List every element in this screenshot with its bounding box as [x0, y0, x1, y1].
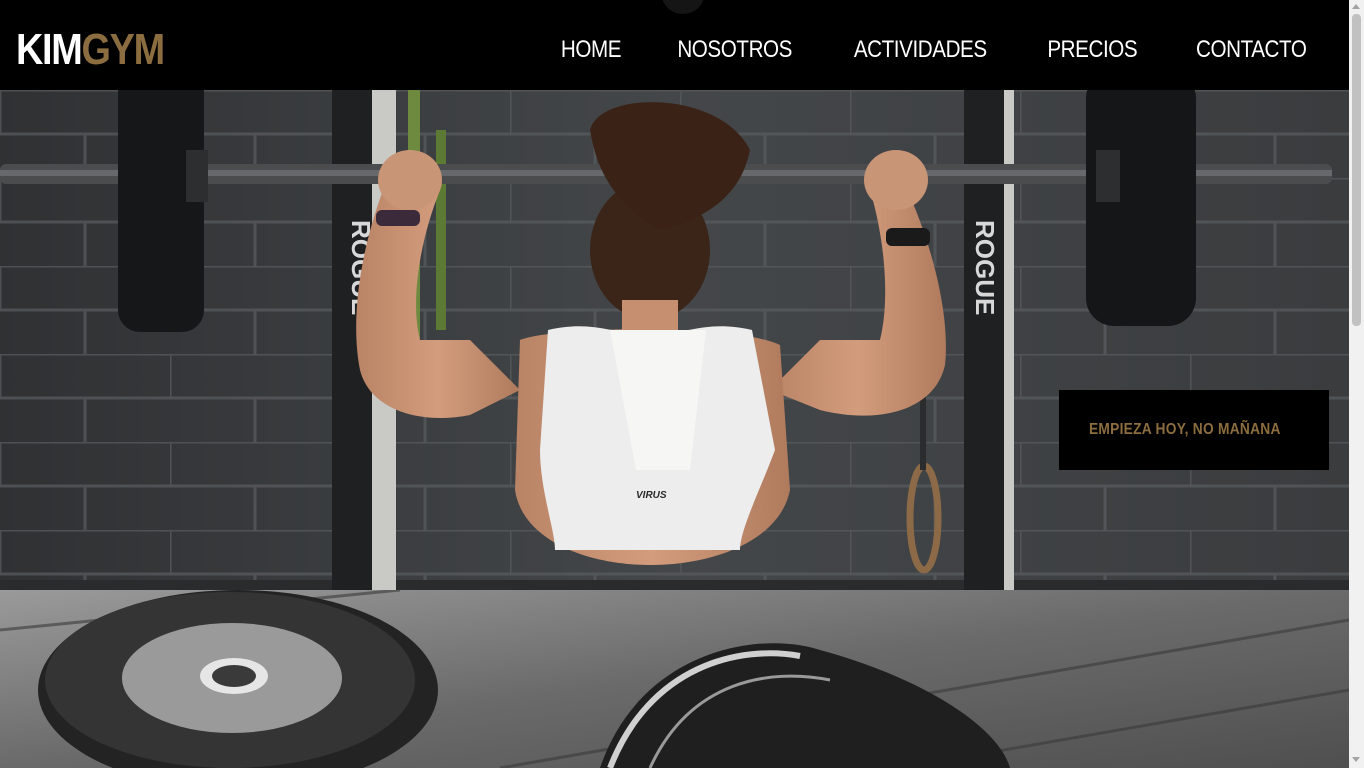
cta-banner[interactable]: EMPIEZA HOY, NO MAÑANA: [1059, 390, 1329, 470]
nav-nosotros[interactable]: NOSOTROS: [677, 30, 792, 70]
scroll-thumb[interactable]: [1352, 14, 1361, 326]
cta-text: EMPIEZA HOY, NO MAÑANA: [1089, 421, 1281, 438]
nav-precios[interactable]: PRECIOS: [1047, 30, 1137, 70]
barbell-plate-right: [1086, 90, 1196, 326]
nav-contacto[interactable]: CONTACTO: [1196, 30, 1307, 70]
scroll-up-arrow-icon[interactable]: [1352, 4, 1360, 9]
page: KIMGYM HOME NOSOTROS ACTIVIDADES PRECIOS…: [0, 0, 1364, 768]
webcam-notch: [662, 0, 704, 14]
hero-section: ROGUE ROGUE VIRUS EMPIEZA HOY, NO MAÑANA: [0, 90, 1349, 590]
barbell-plate-left: [118, 90, 204, 332]
nav-home[interactable]: HOME: [561, 30, 622, 70]
hero-image: ROGUE ROGUE VIRUS: [0, 90, 1349, 590]
page-scrollbar[interactable]: [1349, 0, 1364, 768]
site-logo[interactable]: KIMGYM: [16, 25, 165, 74]
shirt-brand-text: VIRUS: [636, 490, 667, 501]
weight-plates-image: [0, 590, 1349, 768]
logo-text-gym: GYM: [81, 25, 165, 74]
rig-text-right: ROGUE: [970, 220, 1000, 315]
logo-text-kim: KIM: [16, 25, 83, 74]
site-header: KIMGYM HOME NOSOTROS ACTIVIDADES PRECIOS…: [0, 0, 1349, 90]
scroll-down-arrow-icon[interactable]: [1352, 757, 1360, 762]
main-nav: HOME NOSOTROS ACTIVIDADES PRECIOS CONTAC…: [556, 30, 1315, 70]
nav-actividades[interactable]: ACTIVIDADES: [854, 30, 987, 70]
weights-section: [0, 590, 1349, 768]
